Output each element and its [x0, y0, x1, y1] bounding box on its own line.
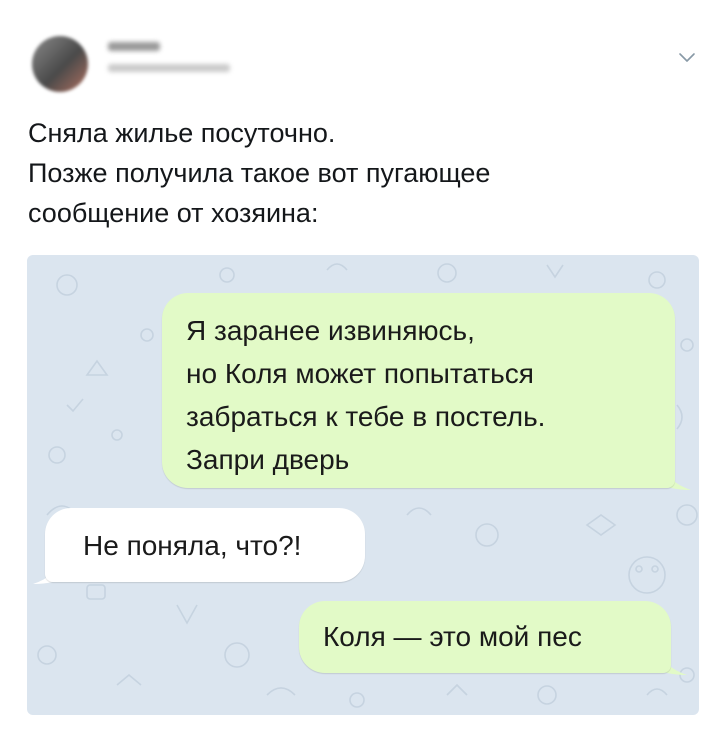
message-line: Запри дверь — [186, 444, 350, 475]
chevron-down-icon[interactable] — [678, 52, 696, 64]
user-display-name[interactable] — [108, 42, 160, 51]
message-line: Коля — это мой пес — [323, 621, 582, 652]
tweet-text-line: Сняла жилье посуточно. — [28, 118, 336, 148]
message-bubble-outgoing: Я заранее извиняюсь, но Коля может попыт… — [162, 293, 675, 488]
message-line: Не поняла, что?! — [83, 530, 302, 561]
user-handle[interactable] — [108, 64, 230, 72]
message-line: забраться к тебе в постель. — [186, 401, 546, 432]
message-bubble-incoming: Не поняла, что?! — [45, 508, 365, 582]
message-bubble-outgoing: Коля — это мой пес — [299, 601, 671, 673]
tweet-text: Сняла жилье посуточно. Позже получила та… — [28, 113, 688, 233]
tweet-card: Сняла жилье посуточно. Позже получила та… — [0, 0, 728, 746]
chat-screenshot: Я заранее извиняюсь, но Коля может попыт… — [27, 255, 699, 715]
tweet-text-line: Позже получила такое вот пугающее — [28, 158, 491, 188]
message-line: но Коля может попытаться — [186, 358, 534, 389]
message-line: Я заранее извиняюсь, — [186, 315, 475, 346]
avatar[interactable] — [32, 36, 88, 92]
tweet-text-line: сообщение от хозяина: — [28, 198, 319, 228]
